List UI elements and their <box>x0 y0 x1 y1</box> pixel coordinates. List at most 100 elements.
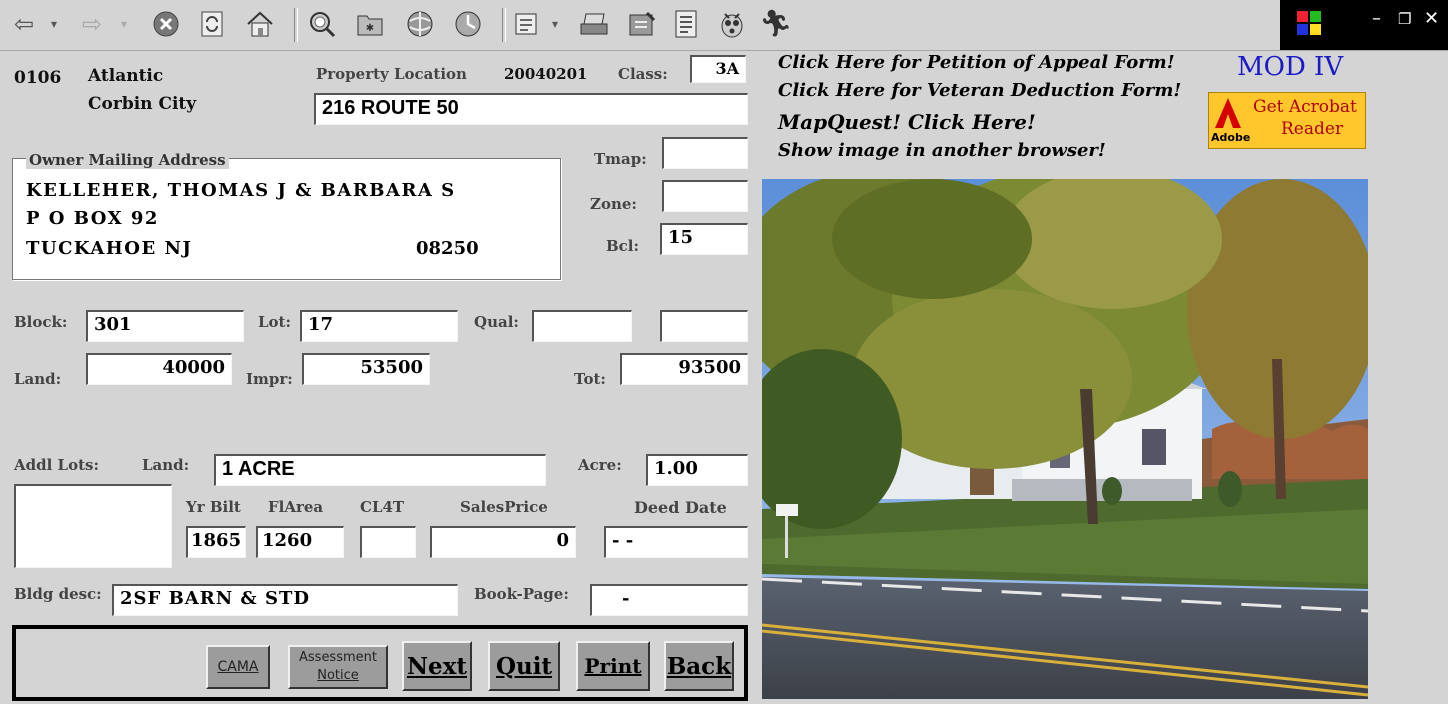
tot-label: Tot: <box>574 370 606 388</box>
lot-field[interactable]: 17 <box>300 310 458 342</box>
sales-price-field[interactable]: 0 <box>430 526 576 558</box>
tot-value-field[interactable]: 93500 <box>620 353 748 385</box>
date-code: 20040201 <box>504 65 588 83</box>
yr-bilt-label: Yr Bilt <box>186 498 241 516</box>
quit-button[interactable]: Quit <box>488 641 560 691</box>
search-icon[interactable] <box>306 8 338 40</box>
addl-lots-list[interactable] <box>14 484 172 568</box>
next-button-label: Next <box>407 652 467 680</box>
windows-controls: – ❐ ✕ <box>1280 0 1448 50</box>
bcl-field[interactable]: 15 <box>660 223 748 255</box>
municipality-name: Corbin City <box>88 94 197 114</box>
class-label: Class: <box>618 65 668 83</box>
edit-icon[interactable] <box>626 8 658 40</box>
county-code: 0106 <box>14 68 62 88</box>
block-field[interactable]: 301 <box>86 310 244 342</box>
forward-dropdown-icon[interactable]: ▾ <box>114 8 134 40</box>
messenger-icon[interactable]: 🏃︎ <box>760 8 793 40</box>
print-button-label: Print <box>584 654 642 678</box>
back-dropdown-icon[interactable]: ▾ <box>44 8 64 40</box>
toolbar-separator <box>502 8 506 42</box>
get-acrobat-label: Get Acrobat <box>1253 97 1357 117</box>
owner-name: KELLEHER, THOMAS J & BARBARA S <box>26 180 456 201</box>
windows-logo-icon <box>1297 11 1321 35</box>
flarea-field[interactable]: 1260 <box>256 526 344 558</box>
browser-toolbar: ⇦ ▾ ⇨ ▾ ✱ ▾ 🏃︎ – ❐ ✕ <box>0 0 1448 51</box>
owner-zip: 08250 <box>416 238 479 259</box>
mail-icon[interactable] <box>512 8 544 40</box>
zone-label: Zone: <box>590 195 637 213</box>
close-icon[interactable]: ✕ <box>1424 8 1439 29</box>
acre-field[interactable]: 1.00 <box>646 454 748 486</box>
cama-button[interactable]: CAMA <box>206 645 270 689</box>
mod-iv-title: MOD IV <box>1237 52 1344 82</box>
show-image-link[interactable]: Show image in another browser! <box>778 140 1106 161</box>
land-value-field[interactable]: 40000 <box>86 353 232 385</box>
restore-icon[interactable]: ❐ <box>1398 10 1411 28</box>
print-button[interactable]: Print <box>576 641 650 691</box>
quit-button-label: Quit <box>495 652 553 680</box>
lot-label: Lot: <box>258 313 292 331</box>
assessment-notice-line2: Notice <box>317 668 359 683</box>
yr-bilt-field[interactable]: 1865 <box>186 526 246 558</box>
tmap-field[interactable] <box>662 137 748 169</box>
print-icon[interactable] <box>578 8 610 40</box>
owner-mailing-address-legend: Owner Mailing Address <box>26 151 229 169</box>
book-page-field[interactable]: - <box>590 584 748 616</box>
history-icon[interactable] <box>452 8 484 40</box>
back-icon[interactable]: ⇦ <box>8 8 40 40</box>
class-field[interactable]: 3A <box>690 55 746 83</box>
favorites-icon[interactable]: ✱ <box>354 8 386 40</box>
bldg-desc-label: Bldg desc: <box>14 585 102 603</box>
qual-field[interactable] <box>532 310 632 342</box>
reader-label: Reader <box>1281 119 1344 139</box>
mail-dropdown-icon[interactable]: ▾ <box>546 8 564 40</box>
back-button-label: Back <box>666 652 732 680</box>
tmap-label: Tmap: <box>594 150 647 168</box>
land-label: Land: <box>14 370 62 388</box>
acre-label: Acre: <box>578 456 622 474</box>
assessment-notice-button[interactable]: Assessment Notice <box>288 645 388 689</box>
flarea-label: FlArea <box>268 498 324 516</box>
mapquest-link[interactable]: MapQuest! Click Here! <box>778 110 1036 134</box>
property-location-field[interactable]: 216 ROUTE 50 <box>314 93 748 125</box>
cl4t-label: CL4T <box>360 498 405 516</box>
channels-icon[interactable] <box>404 8 436 40</box>
stop-icon[interactable] <box>150 8 182 40</box>
veteran-deduction-link[interactable]: Click Here for Veteran Deduction Form! <box>778 80 1181 101</box>
bug-icon[interactable] <box>716 8 748 40</box>
bldg-desc-field[interactable]: 2SF BARN & STD <box>112 584 458 616</box>
property-photo <box>762 179 1368 699</box>
forward-icon[interactable]: ⇨ <box>76 8 108 40</box>
book-page-label: Book-Page: <box>474 585 569 603</box>
cl4t-field[interactable] <box>360 526 416 558</box>
back-button[interactable]: Back <box>664 641 734 691</box>
next-button[interactable]: Next <box>402 641 472 691</box>
bcl-label: Bcl: <box>606 237 640 255</box>
get-acrobat-reader-badge[interactable]: Adobe Get Acrobat Reader <box>1208 92 1366 149</box>
county-name: Atlantic <box>88 66 164 86</box>
property-location-label: Property Location <box>316 65 467 83</box>
assessment-notice-line1: Assessment <box>299 650 377 665</box>
action-button-panel: CAMA Assessment Notice Next Quit Print B… <box>12 625 748 701</box>
deed-date-label: Deed Date <box>634 498 727 517</box>
addl-lots-label: Addl Lots: <box>14 456 99 474</box>
svg-text:✱: ✱ <box>366 23 374 34</box>
sales-price-label: SalesPrice <box>460 498 548 516</box>
deed-date-field[interactable]: - - <box>604 526 748 558</box>
owner-address-line: P O BOX 92 <box>26 208 159 229</box>
home-icon[interactable] <box>244 8 276 40</box>
minimize-icon[interactable]: – <box>1372 8 1381 29</box>
qual-extra-field[interactable] <box>660 310 748 342</box>
qual-label: Qual: <box>474 313 519 331</box>
petition-appeal-link[interactable]: Click Here for Petition of Appeal Form! <box>778 52 1175 73</box>
zone-field[interactable] <box>662 180 748 212</box>
refresh-icon[interactable] <box>196 8 228 40</box>
discuss-icon[interactable] <box>670 8 702 40</box>
land-description-field[interactable]: 1 ACRE <box>214 454 546 486</box>
impr-value-field[interactable]: 53500 <box>302 353 430 385</box>
adobe-label: Adobe <box>1211 131 1251 144</box>
impr-label: Impr: <box>246 370 293 388</box>
block-label: Block: <box>14 313 68 331</box>
toolbar-separator <box>294 8 298 42</box>
